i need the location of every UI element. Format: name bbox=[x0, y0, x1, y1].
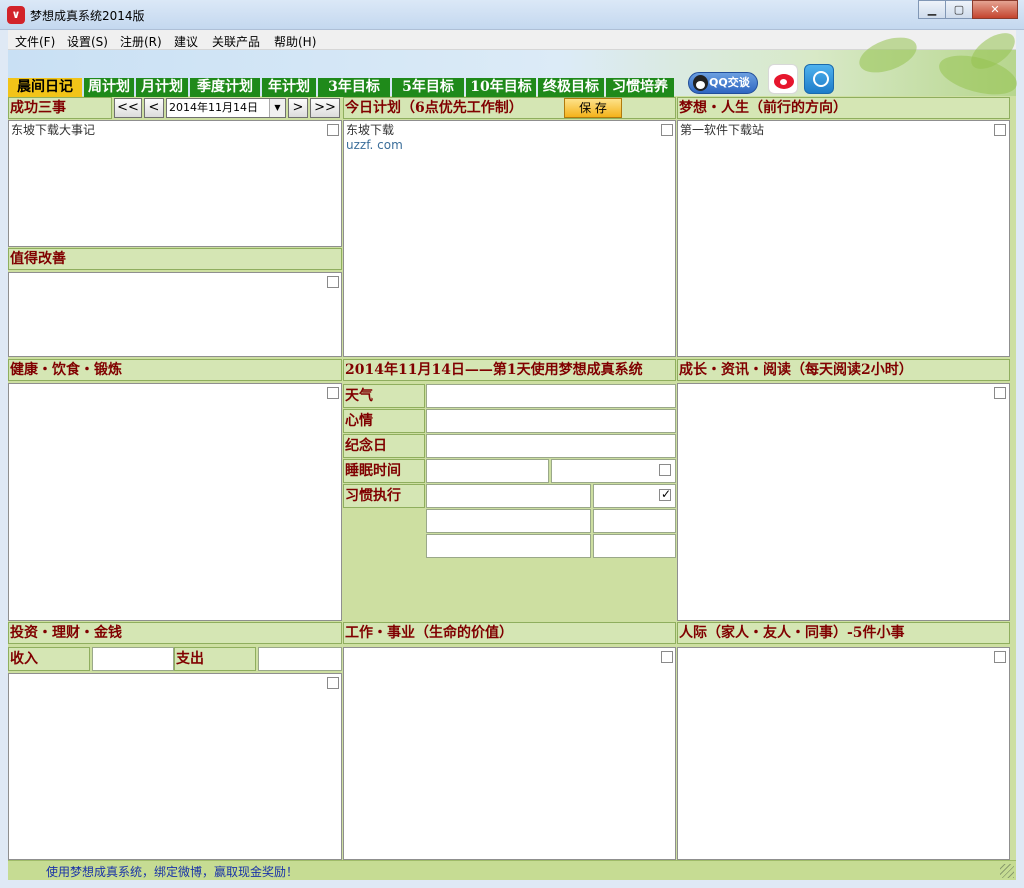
tencent-weibo-icon[interactable] bbox=[804, 64, 834, 94]
diary-panel-title: 2014年11月14日——第1天使用梦想成真系统 bbox=[343, 359, 676, 381]
habit-execution-label: 习惯执行 bbox=[343, 484, 425, 508]
tab-monthly-plan[interactable]: 月计划 bbox=[136, 78, 188, 97]
tab-3-year-goal[interactable]: 3年目标 bbox=[318, 78, 390, 97]
tab-quarterly-plan[interactable]: 季度计划 bbox=[190, 78, 260, 97]
dream-textarea[interactable]: 第一软件下载站 bbox=[677, 120, 1010, 357]
tab-ultimate-goal[interactable]: 终极目标 bbox=[538, 78, 604, 97]
relations-checkbox[interactable] bbox=[994, 651, 1006, 663]
expense-label: 支出 bbox=[174, 647, 256, 671]
success-text: 东坡下载大事记 bbox=[11, 123, 96, 137]
tab-morning-diary[interactable]: 晨间日记 bbox=[8, 78, 82, 97]
status-promo-text: 使用梦想成真系统，绑定微博，赢取现金奖励！ bbox=[46, 865, 299, 879]
habit-field-2[interactable] bbox=[426, 509, 591, 533]
finance-checkbox[interactable] bbox=[327, 677, 339, 689]
today-plan-checkbox[interactable] bbox=[661, 124, 673, 136]
weather-field[interactable] bbox=[426, 384, 676, 408]
menu-file[interactable]: 文件(F) bbox=[15, 33, 55, 50]
dream-text: 第一软件下载站 bbox=[680, 123, 765, 137]
tab-weekly-plan[interactable]: 周计划 bbox=[84, 78, 134, 97]
tab-10-year-goal[interactable]: 10年目标 bbox=[466, 78, 536, 97]
success-panel-title: 成功三事 bbox=[8, 97, 112, 119]
relations-textarea[interactable] bbox=[677, 647, 1010, 860]
minimize-button[interactable]: ▁ bbox=[918, 0, 946, 19]
chevron-down-icon[interactable]: ▼ bbox=[269, 99, 285, 117]
today-plan-textarea[interactable]: 东坡下载 uzzf. com bbox=[343, 120, 676, 357]
work-panel-title: 工作・事业（生命的价值） bbox=[343, 622, 676, 644]
growth-checkbox[interactable] bbox=[994, 387, 1006, 399]
menu-help[interactable]: 帮助(H) bbox=[274, 33, 316, 50]
anniversary-label: 纪念日 bbox=[343, 434, 425, 458]
qq-chat-label: QQ交谈 bbox=[709, 76, 750, 89]
first-date-button[interactable]: << bbox=[114, 98, 142, 118]
sleep-time-label: 睡眠时间 bbox=[343, 459, 425, 483]
menu-related-products[interactable]: 关联产品 bbox=[212, 33, 260, 50]
expense-field[interactable] bbox=[258, 647, 342, 671]
sleep-end-field[interactable] bbox=[551, 459, 676, 483]
improve-checkbox[interactable] bbox=[327, 276, 339, 288]
income-label: 收入 bbox=[8, 647, 90, 671]
resize-grip-icon[interactable] bbox=[1000, 864, 1014, 878]
today-plan-title: 今日计划（6点优先工作制） bbox=[345, 100, 523, 116]
anniversary-field[interactable] bbox=[426, 434, 676, 458]
window-title: 梦想成真系统2014版 bbox=[30, 9, 145, 23]
today-plan-line-2: uzzf. com bbox=[346, 138, 403, 152]
habit-check-field-3[interactable] bbox=[593, 534, 676, 558]
menu-bar: 文件(F) 设置(S) 注册(R) 建议 关联产品 帮助(H) bbox=[8, 30, 1016, 50]
income-field[interactable] bbox=[92, 647, 174, 671]
finance-textarea[interactable] bbox=[8, 673, 342, 860]
date-value: 2014年11月14日 bbox=[169, 101, 258, 114]
sleep-start-field[interactable] bbox=[426, 459, 549, 483]
today-plan-panel-title: 今日计划（6点优先工作制） bbox=[343, 97, 676, 119]
improve-textarea[interactable] bbox=[8, 272, 342, 357]
app-logo-icon: ∨ bbox=[7, 6, 25, 24]
work-textarea[interactable] bbox=[343, 647, 676, 860]
improve-panel-title: 值得改善 bbox=[8, 248, 342, 270]
main-client-area: 晨间日记 周计划 月计划 季度计划 年计划 3年目标 5年目标 10年目标 终极… bbox=[8, 26, 1022, 880]
next-date-button[interactable]: > bbox=[288, 98, 308, 118]
status-bar: 使用梦想成真系统，绑定微博，赢取现金奖励！ bbox=[8, 860, 1016, 880]
sleep-checkbox[interactable] bbox=[659, 464, 671, 476]
qq-chat-button[interactable]: QQ交谈 bbox=[688, 72, 758, 94]
habit-checkbox[interactable] bbox=[659, 487, 671, 501]
growth-panel-title: 成长・资讯・阅读（每天阅读2小时） bbox=[677, 359, 1010, 381]
title-bar: ∨ 梦想成真系统2014版 ▁ ▢ ✕ bbox=[0, 0, 1024, 30]
close-button[interactable]: ✕ bbox=[972, 0, 1018, 19]
mood-field[interactable] bbox=[426, 409, 676, 433]
growth-textarea[interactable] bbox=[677, 383, 1010, 621]
menu-suggest[interactable]: 建议 bbox=[174, 33, 198, 50]
habit-check-field-2[interactable] bbox=[593, 509, 676, 533]
finance-panel-title: 投资・理财・金钱 bbox=[8, 622, 342, 644]
last-date-button[interactable]: >> bbox=[310, 98, 340, 118]
dream-checkbox[interactable] bbox=[994, 124, 1006, 136]
prev-date-button[interactable]: < bbox=[144, 98, 164, 118]
work-checkbox[interactable] bbox=[661, 651, 673, 663]
tab-yearly-plan[interactable]: 年计划 bbox=[262, 78, 316, 97]
maximize-button[interactable]: ▢ bbox=[945, 0, 973, 19]
today-plan-text: 东坡下载 uzzf. com bbox=[346, 123, 403, 153]
window-controls: ▁ ▢ ✕ bbox=[918, 0, 1018, 20]
habit-check-field-1[interactable] bbox=[593, 484, 676, 508]
qq-penguin-icon bbox=[693, 75, 708, 91]
relations-panel-title: 人际（家人・友人・同事）-5件小事 bbox=[677, 622, 1010, 644]
menu-register[interactable]: 注册(R) bbox=[120, 33, 162, 50]
health-checkbox[interactable] bbox=[327, 387, 339, 399]
menu-settings[interactable]: 设置(S) bbox=[67, 33, 108, 50]
health-panel-title: 健康・饮食・锻炼 bbox=[8, 359, 342, 381]
habit-field-1[interactable] bbox=[426, 484, 591, 508]
mood-label: 心情 bbox=[343, 409, 425, 433]
dream-panel-title: 梦想・人生（前行的方向） bbox=[677, 97, 1010, 119]
today-plan-line-1: 东坡下载 bbox=[346, 123, 395, 137]
date-picker[interactable]: 2014年11月14日 ▼ bbox=[166, 98, 286, 118]
weibo-icon[interactable] bbox=[768, 64, 798, 94]
save-button[interactable]: 保 存 bbox=[564, 98, 622, 118]
success-textarea[interactable]: 东坡下载大事记 bbox=[8, 120, 342, 247]
success-checkbox[interactable] bbox=[327, 124, 339, 136]
health-textarea[interactable] bbox=[8, 383, 342, 621]
tab-habit-building[interactable]: 习惯培养 bbox=[606, 78, 674, 97]
weather-label: 天气 bbox=[343, 384, 425, 408]
habit-field-3[interactable] bbox=[426, 534, 591, 558]
tab-5-year-goal[interactable]: 5年目标 bbox=[392, 78, 464, 97]
